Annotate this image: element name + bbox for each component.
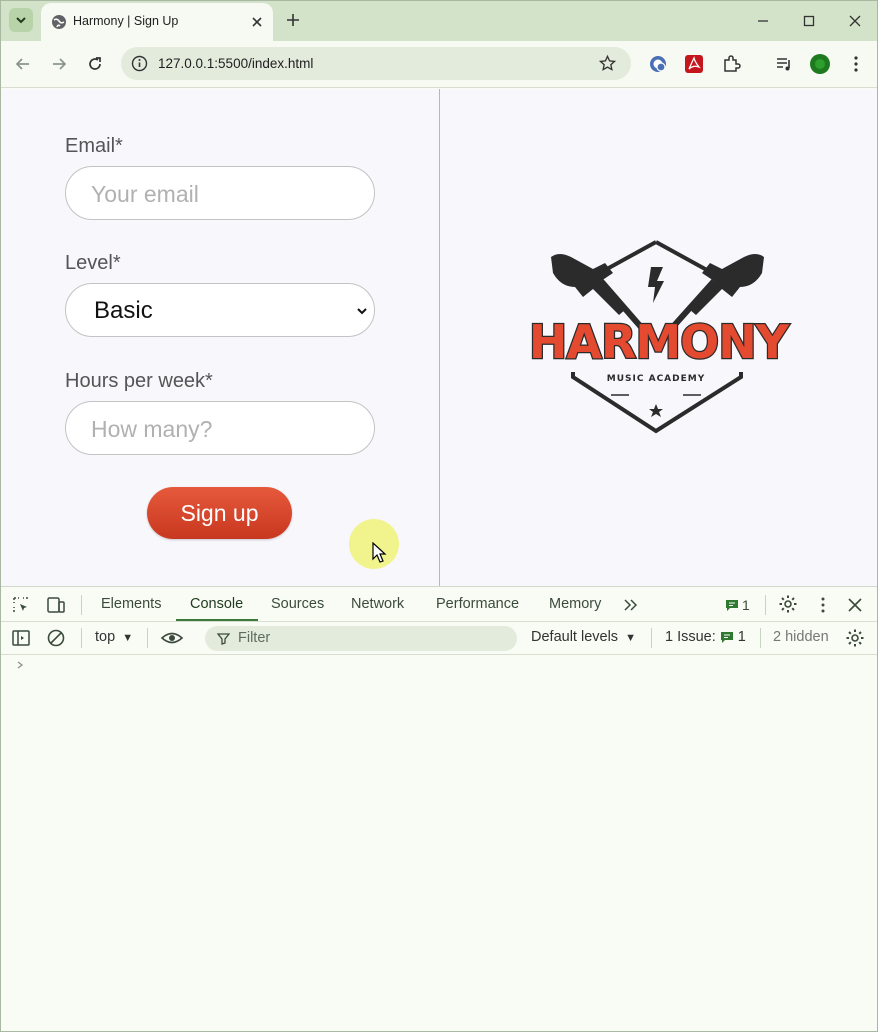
issues-counter[interactable]: 1 Issue: 1: [665, 629, 746, 645]
tab-title: Harmony | Sign Up: [73, 14, 179, 28]
close-icon[interactable]: [248, 13, 266, 31]
media-control-icon[interactable]: [773, 53, 795, 75]
hidden-count: 2 hidden: [773, 629, 829, 645]
chevron-down-icon: [16, 17, 26, 24]
devtools-panel: Elements Console Sources Network Perform…: [1, 586, 877, 1031]
console-filter-input[interactable]: Filter: [205, 626, 517, 651]
browser-toolbar: 127.0.0.1:5500/index.html: [1, 41, 877, 88]
settings-gear-icon[interactable]: [778, 594, 798, 614]
pdf-extension-icon[interactable]: [683, 53, 705, 75]
browser-menu-icon[interactable]: [845, 53, 867, 75]
console-prompt-chevron-icon[interactable]: [15, 660, 25, 670]
context-selector[interactable]: top ▼: [95, 629, 133, 645]
issues-label: 1 Issue:: [665, 629, 716, 645]
logo-title: HARMONY: [528, 314, 791, 371]
window-close-icon[interactable]: [845, 11, 865, 31]
tab-strip: Harmony | Sign Up: [1, 1, 877, 41]
forward-arrow-icon[interactable]: [49, 54, 69, 74]
levels-value: Default levels: [531, 629, 619, 645]
tab-performance[interactable]: Performance: [436, 596, 519, 612]
page-divider: [439, 89, 440, 586]
sign-up-button[interactable]: Sign up: [147, 487, 292, 539]
harmony-logo: HARMONY MUSIC ACADEMY: [501, 237, 816, 437]
mouse-cursor-icon: [372, 542, 387, 563]
devtools-tabbar: Elements Console Sources Network Perform…: [1, 587, 877, 622]
maximize-icon[interactable]: [799, 11, 819, 31]
reload-icon[interactable]: [85, 54, 105, 74]
log-levels-dropdown[interactable]: Default levels ▼: [531, 629, 636, 645]
lightning-icon: [648, 267, 664, 303]
hours-placeholder: How many?: [91, 416, 213, 442]
clear-console-icon[interactable]: [46, 628, 66, 648]
level-select[interactable]: Basic: [65, 283, 375, 337]
tab-network[interactable]: Network: [351, 596, 404, 612]
email-field[interactable]: Your email: [65, 166, 375, 220]
message-icon: [726, 600, 738, 611]
caret-down-icon: ▼: [622, 632, 637, 644]
tab-sources[interactable]: Sources: [271, 596, 324, 612]
tab-memory[interactable]: Memory: [549, 596, 601, 612]
level-label: Level*: [65, 252, 121, 274]
issues-count: 1: [737, 629, 746, 645]
email-label: Email*: [65, 135, 123, 157]
level-selected-value: Basic: [94, 297, 153, 324]
tab-console[interactable]: Console: [190, 596, 243, 612]
extensions-puzzle-icon[interactable]: [720, 53, 742, 75]
star-icon: [649, 404, 663, 417]
active-tab-indicator: [176, 619, 258, 621]
logo-subtitle: MUSIC ACADEMY: [606, 374, 706, 384]
tab-elements[interactable]: Elements: [101, 596, 161, 612]
page-viewport: Email* Your email Level* Basic Hours per…: [1, 89, 877, 586]
device-toolbar-icon[interactable]: [46, 595, 66, 615]
messages-count: 1: [742, 597, 750, 613]
message-icon: [720, 632, 733, 643]
url-text: 127.0.0.1:5500/index.html: [158, 56, 314, 71]
filter-placeholder: Filter: [238, 630, 271, 646]
filter-funnel-icon: [217, 633, 230, 645]
new-tab-icon[interactable]: [284, 11, 302, 29]
devtools-menu-icon[interactable]: [813, 595, 833, 615]
bookmark-star-icon[interactable]: [598, 54, 617, 73]
email-placeholder: Your email: [91, 181, 199, 207]
caret-down-icon: ▼: [119, 632, 134, 644]
browser-window: Harmony | Sign Up 127.0.0.1:5500/index.h…: [0, 0, 878, 1032]
more-tabs-icon[interactable]: [621, 595, 641, 615]
site-info-icon[interactable]: [131, 55, 148, 72]
messages-badge[interactable]: 1: [725, 597, 750, 613]
console-settings-gear-icon[interactable]: [845, 628, 865, 648]
password-extension-icon[interactable]: [647, 53, 669, 75]
hours-label: Hours per week*: [65, 370, 213, 392]
globe-icon: [52, 15, 66, 29]
back-arrow-icon[interactable]: [13, 54, 33, 74]
context-value: top: [95, 629, 116, 645]
minimize-icon[interactable]: [753, 11, 773, 31]
profile-avatar-icon[interactable]: [809, 53, 831, 75]
address-bar[interactable]: 127.0.0.1:5500/index.html: [121, 47, 631, 80]
inspect-element-icon[interactable]: [11, 595, 31, 615]
hours-field[interactable]: How many?: [65, 401, 375, 455]
chevron-down-icon: [357, 308, 367, 315]
live-expression-eye-icon[interactable]: [160, 628, 184, 648]
devtools-close-icon[interactable]: [845, 595, 865, 615]
console-toolbar: top ▼ Filter Default levels ▼ 1 Issue: 1…: [1, 622, 877, 655]
browser-tab[interactable]: Harmony | Sign Up: [41, 3, 273, 41]
sidebar-toggle-icon[interactable]: [11, 628, 31, 648]
tab-search-button[interactable]: [9, 8, 33, 32]
